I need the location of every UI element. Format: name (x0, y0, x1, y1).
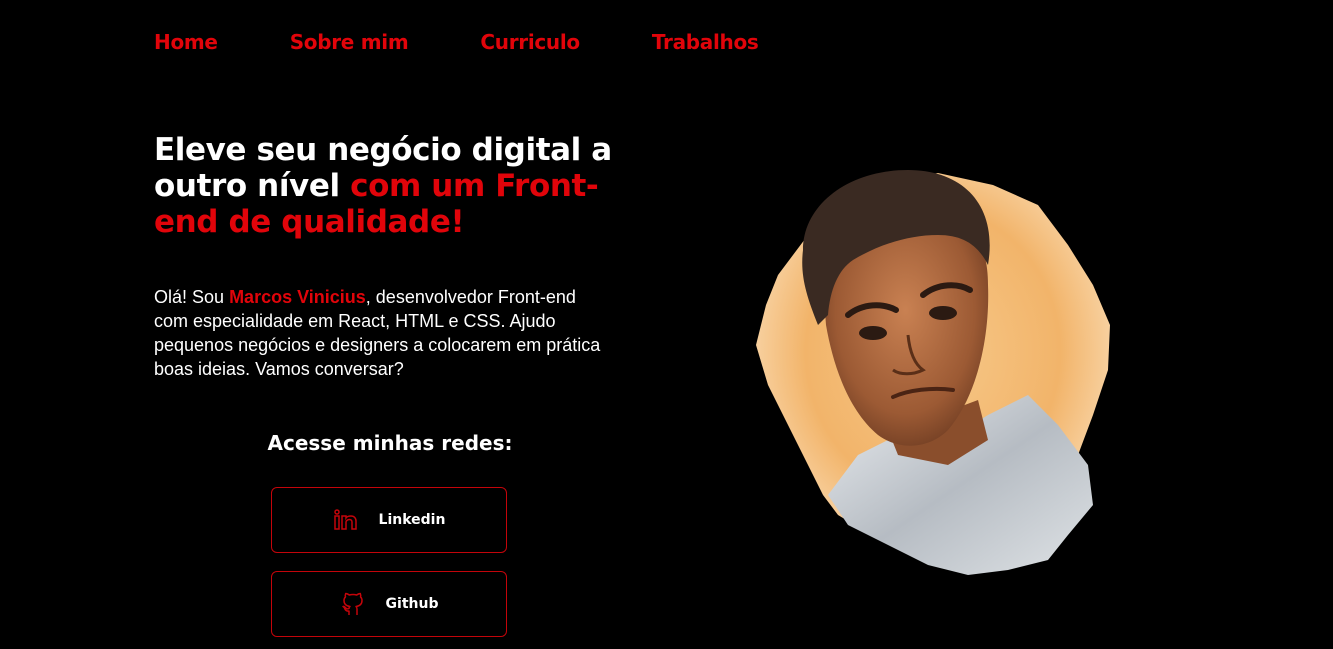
linkedin-button[interactable]: Linkedin (271, 487, 507, 553)
page: Home Sobre mim Curriculo Trabalhos Eleve… (0, 0, 1333, 649)
nav-sobre-mim[interactable]: Sobre mim (290, 30, 409, 54)
github-icon (340, 591, 366, 617)
github-label: Github (385, 596, 439, 612)
main-nav: Home Sobre mim Curriculo Trabalhos (154, 30, 831, 54)
portrait-eye-right (929, 306, 957, 320)
intro-name: Marcos Vinicius (229, 287, 366, 307)
linkedin-label: Linkedin (378, 512, 446, 528)
nav-home[interactable]: Home (154, 30, 218, 54)
nav-trabalhos[interactable]: Trabalhos (652, 30, 759, 54)
intro-before-name: Olá! Sou (154, 287, 225, 307)
portrait-eye-left (859, 326, 887, 340)
nav-curriculo[interactable]: Curriculo (480, 30, 580, 54)
github-button[interactable]: Github (271, 571, 507, 637)
hero-headline: Eleve seu negócio digital a outro nível … (154, 132, 654, 240)
profile-portrait (748, 165, 1118, 580)
linkedin-icon (333, 507, 359, 533)
intro-text: Olá! Sou Marcos Vinicius, desenvolvedor … (154, 285, 614, 381)
social-title: Acesse minhas redes: (267, 431, 513, 455)
